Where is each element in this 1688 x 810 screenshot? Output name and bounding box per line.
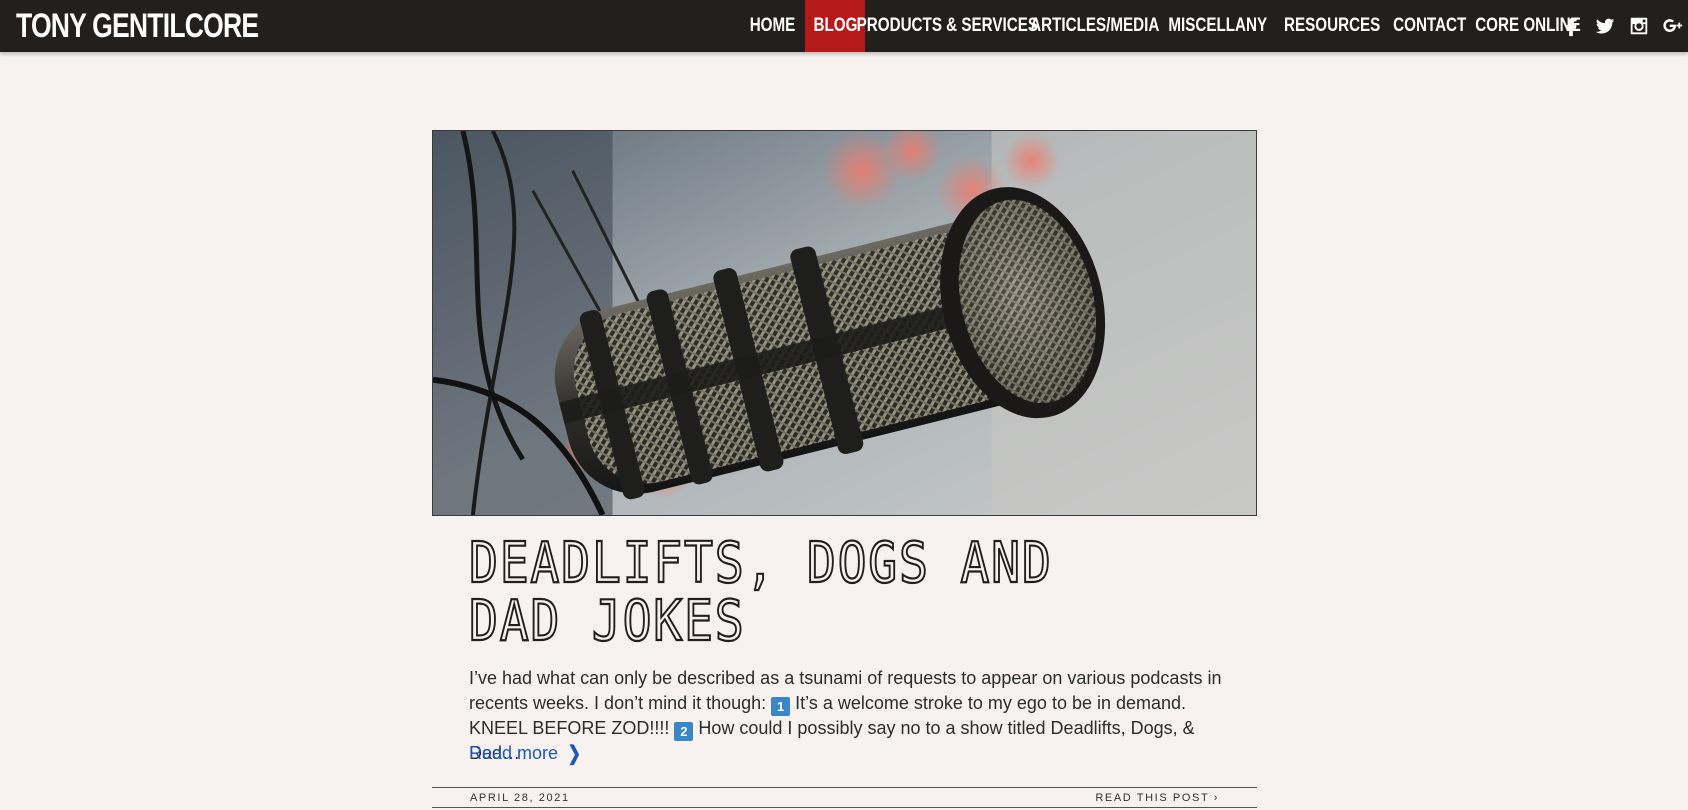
read-more-label: Read more xyxy=(469,743,559,763)
google-plus-icon[interactable] xyxy=(1662,15,1684,37)
nav-item-products-services[interactable]: PRODUCTS & SERVICES xyxy=(857,0,1038,52)
twitter-icon[interactable] xyxy=(1594,15,1616,37)
post-date: APRIL 28, 2021 xyxy=(470,791,570,804)
nav-item-resources[interactable]: RESOURCES xyxy=(1280,0,1385,52)
nav-item-label: MISCELLANY xyxy=(1168,15,1267,36)
chevron-right-icon: ❯ xyxy=(567,743,582,765)
nav-item-contact[interactable]: CONTACT xyxy=(1390,0,1470,52)
nav-item-label: CONTACT xyxy=(1393,15,1467,36)
instagram-icon[interactable] xyxy=(1628,15,1650,37)
nav-item-label: PRODUCTS & SERVICES xyxy=(856,15,1039,36)
microphone-photo xyxy=(433,131,1256,515)
main-nav: HOME BLOG PRODUCTS & SERVICES ARTICLES/MEDI… xyxy=(745,0,1585,52)
nav-item-articles-media[interactable]: ARTICLES/MEDIA xyxy=(1030,0,1160,52)
nav-item-home[interactable]: HOME xyxy=(745,0,800,52)
site-header: TONY GENTILCORE HOME BLOG PRODUCTS & SERVI… xyxy=(0,0,1688,52)
nav-item-label: HOME xyxy=(749,15,796,36)
nav-item-label: BLOG xyxy=(813,15,857,36)
keycap-one-icon: 1 xyxy=(771,697,791,716)
facebook-icon[interactable] xyxy=(1560,15,1582,37)
social-links xyxy=(1560,0,1684,52)
nav-item-label: ARTICLES/MEDIA xyxy=(1030,15,1160,36)
nav-item-label: RESOURCES xyxy=(1284,15,1381,36)
read-this-post-link[interactable]: READ THIS POST › xyxy=(1095,792,1219,804)
post-featured-image[interactable] xyxy=(432,130,1257,516)
site-logo[interactable]: TONY GENTILCORE xyxy=(16,6,259,46)
post-meta-bar: APRIL 28, 2021 READ THIS POST › xyxy=(432,787,1257,808)
nav-item-miscellany[interactable]: MISCELLANY xyxy=(1160,0,1275,52)
post-excerpt: I’ve had what can only be described as a… xyxy=(469,666,1229,766)
keycap-two-icon: 2 xyxy=(674,722,694,741)
read-more-link[interactable]: Read more ❯ xyxy=(469,741,583,766)
post-title[interactable]: DEADLIFTS, DOGS AND DAD JOKES xyxy=(468,533,1071,651)
